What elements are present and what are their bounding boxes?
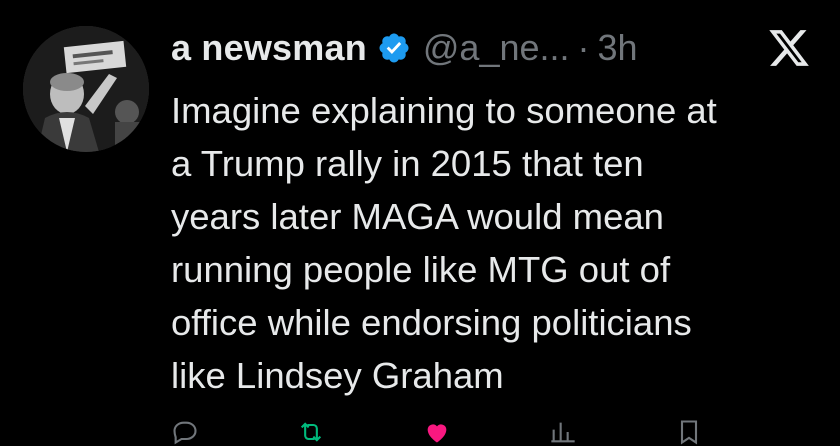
- tweet-text: Imagine explaining to someone at a Trump…: [171, 84, 821, 402]
- author-handle[interactable]: @a_ne...: [423, 27, 570, 69]
- views-icon: [551, 422, 575, 443]
- avatar[interactable]: [23, 26, 149, 152]
- tweet-text-line: like Lindsey Graham: [171, 355, 504, 396]
- tweet-text-line: a Trump rally in 2015 that ten: [171, 143, 644, 184]
- tweet-text-line: Imagine explaining to someone at: [171, 90, 717, 131]
- verified-badge-icon: [379, 33, 409, 63]
- reply-button[interactable]: [171, 418, 297, 446]
- tweet-text-line: years later MAGA would mean: [171, 196, 664, 237]
- bookmark-button[interactable]: [675, 418, 801, 446]
- views-button[interactable]: [549, 418, 675, 446]
- post-time[interactable]: 3h: [598, 27, 638, 69]
- separator-dot: ·: [577, 27, 590, 68]
- like-button[interactable]: [423, 418, 549, 446]
- author-name[interactable]: a newsman: [171, 27, 367, 69]
- reply-icon: [173, 421, 197, 445]
- avatar-photo: [23, 26, 149, 152]
- repost-icon: [300, 422, 322, 442]
- tweet-actions: [171, 418, 811, 446]
- repost-button[interactable]: [297, 418, 423, 446]
- x-logo-icon: [769, 30, 809, 66]
- tweet-text-line: running people like MTG out of: [171, 249, 671, 290]
- tweet-text-line: office while endorsing politicians: [171, 302, 692, 343]
- bookmark-icon: [680, 420, 698, 445]
- heart-icon: [427, 424, 447, 443]
- tweet-header: a newsman @a_ne... · 3h: [171, 20, 638, 76]
